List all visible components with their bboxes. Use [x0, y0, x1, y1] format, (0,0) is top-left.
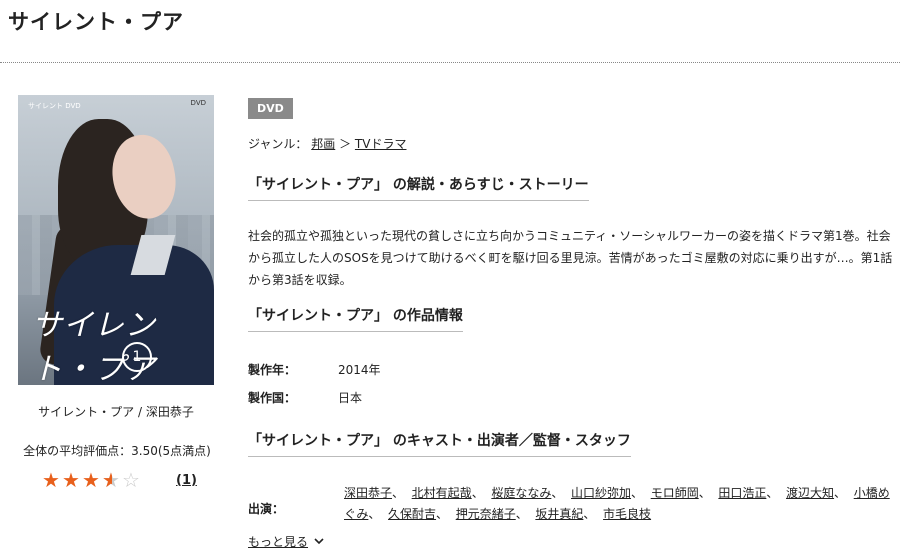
show-more-label: もっと見る	[248, 534, 309, 549]
cast-separator: 、	[515, 506, 528, 521]
synopsis-text: 社会的孤立や孤独といった現代の貧しさに立ち向かうコミュニティ・ソーシャルワーカー…	[248, 228, 893, 287]
synopsis-heading: 「サイレント・プア」 の解説・あらすじ・ストーリー	[248, 174, 589, 201]
star-icon: ★	[82, 468, 100, 492]
cast-list: 深田恭子、 北村有起哉、 桜庭ななみ、 山口紗弥加、 モロ師岡、 田口浩正、 渡…	[344, 483, 892, 525]
cover-logo: サイレント・プア	[32, 308, 156, 385]
cast-separator: 、	[698, 485, 711, 500]
genre-prefix: ジャンル：	[248, 137, 308, 151]
cast-row: 出演： 深田恭子、 北村有起哉、 桜庭ななみ、 山口紗弥加、 モロ師岡、 田口浩…	[248, 483, 898, 525]
info-value-country: 日本	[338, 391, 363, 406]
cast-member-link[interactable]: 深田恭子	[344, 486, 392, 500]
cover-caption: サイレント・プア / 深田恭子	[38, 405, 194, 419]
cast-separator: 、	[471, 485, 484, 500]
cast-member-link[interactable]: 押元奈緒子	[456, 507, 516, 521]
format-badge: DVD	[248, 98, 293, 119]
cast-separator: 、	[436, 506, 449, 521]
star-icon: ★	[62, 468, 80, 492]
dvd-cover-image[interactable]: サイレント DVD DVD サイレント・プア 1	[18, 95, 214, 385]
cast-member-link[interactable]: 市毛良枝	[603, 507, 651, 521]
info-row-year: 製作年： 2014年	[248, 361, 898, 378]
star-icon: ☆	[122, 468, 140, 492]
average-rating-text: 全体の平均評価点：3.50(5点満点)	[23, 444, 211, 458]
genre-link-tvdrama[interactable]: TVドラマ	[355, 137, 407, 151]
cast-member-link[interactable]: モロ師岡	[651, 486, 699, 500]
cover-top-left-text: サイレント DVD	[28, 102, 81, 110]
cast-member-link[interactable]: 山口紗弥加	[571, 486, 631, 500]
cast-member-link[interactable]: 坂井真紀	[535, 507, 583, 521]
cast-separator: 、	[583, 506, 596, 521]
cast-separator: 、	[368, 506, 381, 521]
info-label-year: 製作年：	[248, 363, 297, 378]
cast-member-link[interactable]: 北村有起哉	[412, 486, 472, 500]
info-row-country: 製作国： 日本	[248, 389, 898, 406]
cast-separator: 、	[834, 485, 847, 500]
left-column: サイレント DVD DVD サイレント・プア 1 サイレント・プア / 深田恭子…	[18, 95, 214, 490]
show-more-button[interactable]: もっと見る	[248, 533, 898, 550]
title-divider	[0, 62, 900, 63]
cast-heading: 「サイレント・プア」 のキャスト・出演者／監督・スタッフ	[248, 430, 631, 458]
rating-row: ★★★★☆ (1)	[42, 470, 214, 490]
main-content: DVD ジャンル： 邦画 ＞ TVドラマ 「サイレント・プア」 の解説・あらすじ…	[248, 97, 898, 550]
genre-breadcrumb: ジャンル： 邦画 ＞ TVドラマ	[248, 135, 898, 152]
genre-link-houga[interactable]: 邦画	[311, 137, 335, 151]
chevron-down-icon	[314, 538, 324, 544]
cast-separator: 、	[631, 485, 644, 500]
genre-separator: ＞	[339, 137, 352, 151]
page-title: サイレント・プア	[8, 10, 184, 34]
info-value-year: 2014年	[338, 363, 381, 378]
info-table: 製作年： 2014年 製作国： 日本	[248, 361, 898, 406]
cast-member-link[interactable]: 久保酎吉	[388, 507, 436, 521]
cast-member-link[interactable]: 渡辺大知	[786, 486, 834, 500]
cast-separator: 、	[766, 485, 779, 500]
review-count-link[interactable]: (1)	[176, 473, 197, 488]
cast-separator: 、	[392, 485, 405, 500]
info-heading: 「サイレント・プア」 の作品情報	[248, 305, 463, 332]
star-rating: ★★★★☆	[42, 470, 142, 490]
cast-separator: 、	[551, 485, 564, 500]
star-icon: ★	[102, 470, 122, 490]
cast-label: 出演：	[248, 501, 285, 516]
info-label-country: 製作国：	[248, 391, 297, 406]
cover-disc-number: 1	[122, 342, 152, 372]
star-icon: ★	[42, 468, 60, 492]
cast-member-link[interactable]: 田口浩正	[718, 486, 766, 500]
cover-top-right-text: DVD	[190, 99, 206, 107]
cast-member-link[interactable]: 桜庭ななみ	[491, 486, 551, 500]
